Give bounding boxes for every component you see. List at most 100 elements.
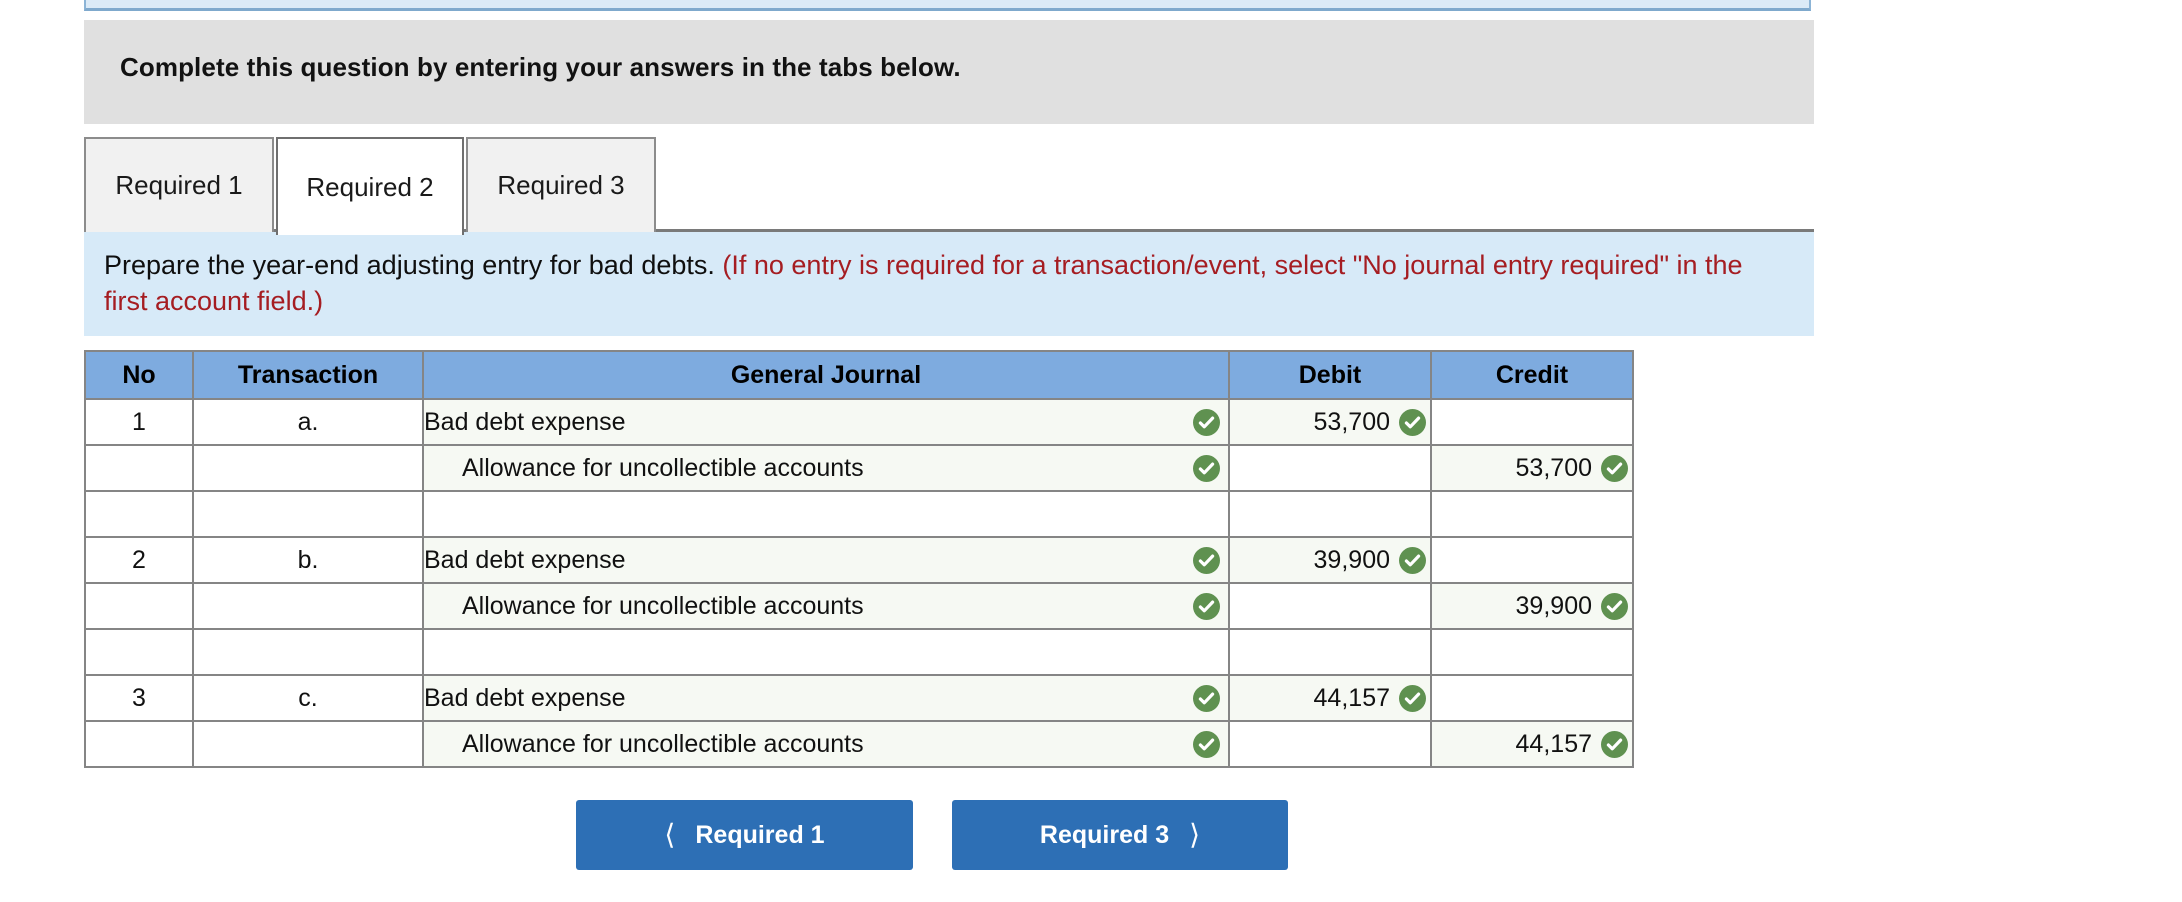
cell-debit[interactable] (1228, 628, 1432, 676)
cell-debit-value: 44,157 (1313, 683, 1390, 712)
cell-credit[interactable] (1430, 490, 1634, 538)
tab-required-3[interactable]: Required 3 (466, 137, 656, 232)
cell-credit[interactable] (1430, 536, 1634, 584)
cell-credit-content (1432, 400, 1632, 444)
cell-general-journal[interactable]: Allowance for uncollectible accounts (422, 444, 1230, 492)
cell-general-journal[interactable] (422, 628, 1230, 676)
cell-transaction (192, 628, 424, 676)
cell-credit-content: 53,700 (1432, 446, 1632, 490)
cell-credit-content (1432, 538, 1632, 582)
cell-transaction: c. (192, 674, 424, 722)
cell-credit-value: 53,700 (1515, 453, 1592, 482)
journal-account-label: Allowance for uncollectible accounts (462, 453, 864, 482)
cell-general-journal[interactable]: Bad debt expense (422, 674, 1230, 722)
cell-no (84, 582, 194, 630)
cell-debit[interactable] (1228, 720, 1432, 768)
cell-general-journal[interactable] (422, 490, 1230, 538)
cell-credit[interactable]: 44,157 (1430, 720, 1634, 768)
cell-transaction: b. (192, 536, 424, 584)
column-header-credit: Credit (1430, 350, 1634, 400)
cell-debit[interactable]: 39,900 (1228, 536, 1432, 584)
cell-credit-content (1432, 492, 1632, 536)
cell-debit-content (1230, 584, 1430, 628)
table-row: 1 a. Bad debt expense 53,700 (84, 398, 1634, 446)
journal-cell-content: Allowance for uncollectible accounts (462, 722, 1228, 766)
journal-account-label: Allowance for uncollectible accounts (462, 729, 864, 758)
cell-debit-value: 53,700 (1313, 407, 1390, 436)
cell-no (84, 720, 194, 768)
column-header-transaction: Transaction (192, 350, 424, 400)
cell-credit-content: 39,900 (1432, 584, 1632, 628)
journal-account-label: Bad debt expense (424, 545, 626, 574)
cell-credit-value: 39,900 (1515, 591, 1592, 620)
cell-general-journal[interactable]: Bad debt expense (422, 398, 1230, 446)
cell-credit[interactable]: 39,900 (1430, 582, 1634, 630)
column-header-debit: Debit (1228, 350, 1432, 400)
cell-credit-content: 44,157 (1432, 722, 1632, 766)
journal-cell-content: Bad debt expense (424, 400, 1228, 444)
journal-cell-content: Bad debt expense (424, 676, 1228, 720)
journal-cell-content: Allowance for uncollectible accounts (462, 584, 1228, 628)
cell-no: 3 (84, 674, 194, 722)
cell-no: 2 (84, 536, 194, 584)
cell-debit-value: 39,900 (1313, 545, 1390, 574)
cell-no: 1 (84, 398, 194, 446)
journal-account-label: Bad debt expense (424, 407, 626, 436)
column-header-no: No (84, 350, 194, 400)
cell-general-journal[interactable]: Bad debt expense (422, 536, 1230, 584)
tab-required-1[interactable]: Required 1 (84, 137, 274, 232)
cell-transaction: a. (192, 398, 424, 446)
green-check-icon (1399, 408, 1426, 436)
table-row: Allowance for uncollectible accounts 44,1… (84, 720, 1634, 768)
cell-debit-content (1230, 630, 1430, 674)
table-row: 3 c. Bad debt expense 44,157 (84, 674, 1634, 722)
tab-required-2[interactable]: Required 2 (276, 137, 464, 235)
cell-credit[interactable] (1430, 674, 1634, 722)
cell-debit-content: 39,900 (1230, 538, 1430, 582)
cell-credit-content (1432, 630, 1632, 674)
table-row (84, 490, 1634, 538)
cell-no (84, 444, 194, 492)
requirement-prompt-text: Prepare the year-end adjusting entry for… (104, 248, 1760, 319)
cell-no (84, 628, 194, 676)
cell-credit[interactable] (1430, 398, 1634, 446)
green-check-icon (1193, 730, 1220, 758)
cell-debit[interactable]: 44,157 (1228, 674, 1432, 722)
green-check-icon (1193, 684, 1220, 712)
question-page: Complete this question by entering your … (0, 0, 2182, 902)
green-check-icon (1193, 454, 1220, 482)
table-row: Allowance for uncollectible accounts 53,7… (84, 444, 1634, 492)
chevron-right-icon: ⟩ (1189, 819, 1201, 850)
cell-debit-content: 53,700 (1230, 400, 1430, 444)
cell-debit-content: 44,157 (1230, 676, 1430, 720)
green-check-icon (1601, 592, 1628, 620)
cell-debit[interactable] (1228, 490, 1432, 538)
cell-transaction (192, 490, 424, 538)
previous-requirement-button[interactable]: ⟨ Required 1 (576, 800, 913, 870)
green-check-icon (1193, 546, 1220, 574)
navigation-buttons: ⟨ Required 1 Required 3 ⟩ (0, 800, 2182, 870)
table-header-row: No Transaction General Journal Debit Cre… (84, 350, 1634, 400)
next-requirement-button[interactable]: Required 3 ⟩ (952, 800, 1288, 870)
cell-general-journal[interactable]: Allowance for uncollectible accounts (422, 582, 1230, 630)
cell-debit[interactable] (1228, 582, 1432, 630)
cell-no (84, 490, 194, 538)
instruction-banner-text: Complete this question by entering your … (120, 52, 961, 82)
cell-general-journal[interactable]: Allowance for uncollectible accounts (422, 720, 1230, 768)
cell-credit[interactable]: 53,700 (1430, 444, 1634, 492)
table-row (84, 628, 1634, 676)
cell-debit[interactable]: 53,700 (1228, 398, 1432, 446)
requirement-prompt: Prepare the year-end adjusting entry for… (84, 232, 1814, 336)
cell-transaction (192, 720, 424, 768)
cell-debit-content (1230, 722, 1430, 766)
previous-requirement-label: Required 1 (695, 820, 825, 849)
green-check-icon (1193, 592, 1220, 620)
cell-credit[interactable] (1430, 628, 1634, 676)
green-check-icon (1399, 546, 1426, 574)
cell-debit[interactable] (1228, 444, 1432, 492)
tab-required-1-label: Required 1 (115, 170, 243, 200)
journal-cell-content: Allowance for uncollectible accounts (462, 446, 1228, 490)
cell-credit-content (1432, 676, 1632, 720)
tab-required-2-label: Required 2 (306, 171, 434, 202)
journal-table-body: 1 a. Bad debt expense 53,700 Allowance for u… (84, 398, 1634, 768)
